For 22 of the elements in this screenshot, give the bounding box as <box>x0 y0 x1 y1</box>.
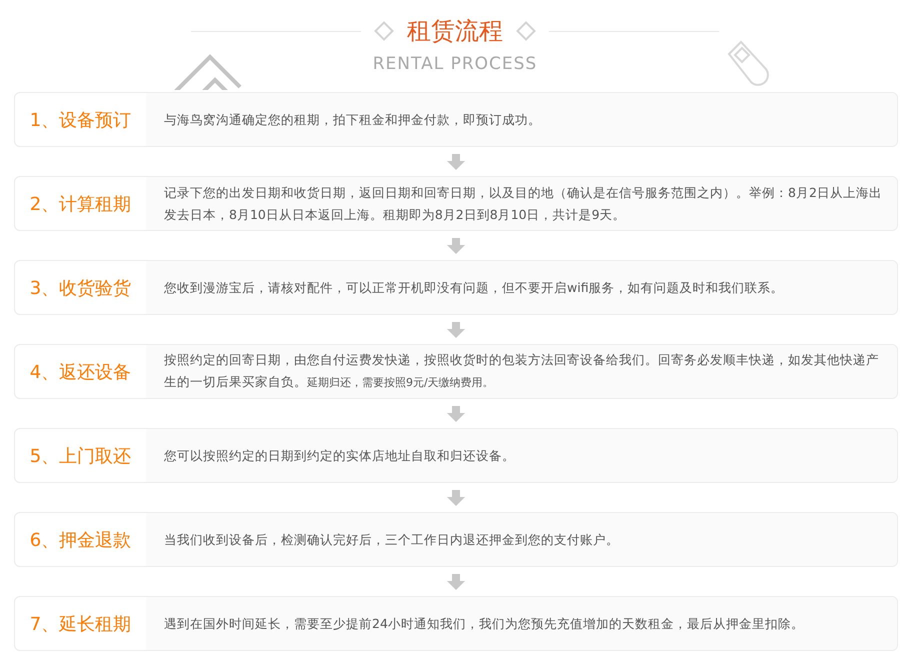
down-arrow-icon <box>447 154 465 170</box>
section-title: 租赁流程 <box>407 16 503 47</box>
step-label: 1、设备预订 <box>28 108 132 132</box>
down-arrow-icon <box>447 238 465 254</box>
step-label: 5、上门取还 <box>28 444 132 468</box>
step-description: 您收到漫游宝后，请核对配件，可以正常开机即没有问题，但不要开启wifi服务，如有问题及时和我们联系。 <box>164 278 784 296</box>
down-arrow-icon <box>447 490 465 506</box>
step-description: 按照约定的回寄日期，由您自付运费发快递，按照收货时的包装方法回寄设备给我们。回寄务必发顺丰快递，如发其他快递产生的一切后果买家自负。延期归还，需要按照9元/天缴纳费用。 <box>164 351 880 391</box>
section-subtitle: RENTAL PROCESS <box>372 54 538 74</box>
down-arrow-icon <box>447 322 465 338</box>
step-label: 6、押金退款 <box>28 528 132 552</box>
down-arrow-icon <box>447 406 465 422</box>
down-arrow-icon <box>447 574 465 590</box>
step-label: 2、计算租期 <box>28 192 132 216</box>
step-label: 7、延长租期 <box>28 612 132 636</box>
step-description: 记录下您的出发日期和收货日期，返回日期和回寄日期，以及目的地（确认是在信号服务范围之内）。举例：8月2日从上海出发去日本，8月10日从日本返回上海。租期即为8月2日到8月10日，共计是9天。 <box>164 184 883 224</box>
step-description: 当我们收到设备后，检测确认完好后，三个工作日内退还押金到您的支付账户。 <box>164 530 619 548</box>
step-label: 3、收货验货 <box>28 276 132 300</box>
step-description: 您可以按照约定的日期到约定的实体店地址自取和归还设备。 <box>164 446 515 464</box>
step-description: 遇到在国外时间延长，需要至少提前24小时通知我们，我们为您预先充值增加的天数租金，最后从押金里扣除。 <box>164 614 804 632</box>
step-description: 与海鸟窝沟通确定您的租期，拍下租金和押金付款，即预订成功。 <box>164 110 541 128</box>
step-label: 4、返还设备 <box>28 360 132 384</box>
